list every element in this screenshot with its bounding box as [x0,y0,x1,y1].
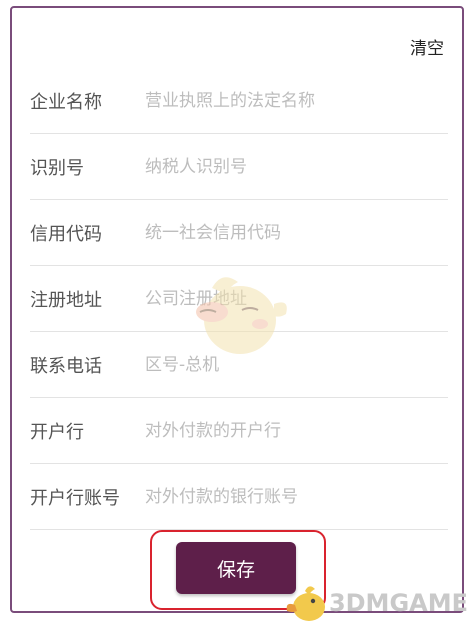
company-name-input[interactable] [145,90,448,111]
phone-label: 联系电话 [30,355,102,377]
bank-account-input[interactable] [145,486,448,507]
company-name-label: 企业名称 [30,91,102,113]
bank-input[interactable] [145,420,448,441]
field-row-company-name: 企业名称 [30,68,448,134]
site-watermark: 3DMGAME [283,581,468,625]
duck-logo-icon [286,586,325,621]
field-row-credit-code: 信用代码 [30,200,448,266]
tax-id-label: 识别号 [30,157,84,179]
registered-address-label: 注册地址 [30,289,102,311]
field-row-bank: 开户行 [30,398,448,464]
field-row-tax-id: 识别号 [30,134,448,200]
bank-account-label: 开户行账号 [30,487,120,509]
credit-code-label: 信用代码 [30,223,102,245]
mascot-watermark-icon [196,277,287,354]
field-row-bank-account: 开户行账号 [30,464,448,530]
save-button[interactable]: 保存 [176,542,296,594]
tax-id-input[interactable] [145,156,448,177]
watermark-text: 3DMGAME [328,589,468,617]
clear-button[interactable]: 清空 [410,34,444,59]
credit-code-input[interactable] [145,222,448,243]
bank-label: 开户行 [30,421,84,443]
